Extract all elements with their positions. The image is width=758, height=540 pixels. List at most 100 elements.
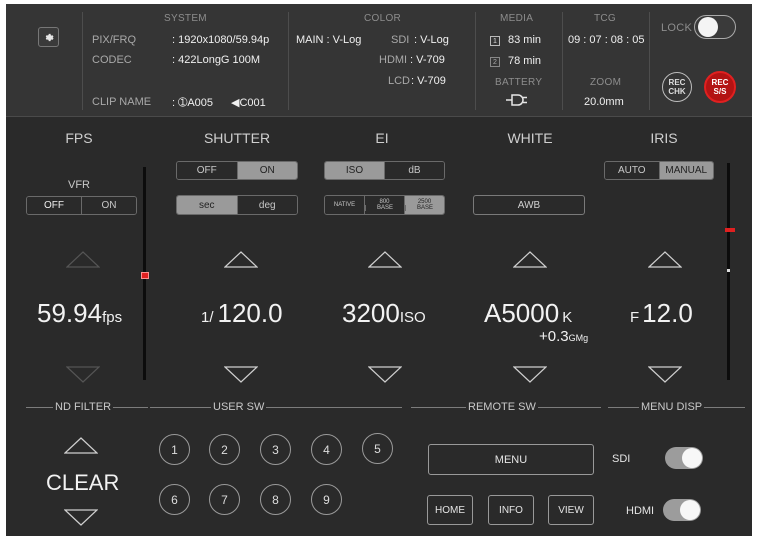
shutter-number: 120.0 — [217, 298, 283, 328]
vfr-selector[interactable]: OFF ON — [26, 196, 137, 215]
ei-header: EI — [375, 130, 389, 146]
status-bar: SYSTEM PIX/FRQ : 1920x1080/59.94p CODEC … — [6, 4, 752, 117]
shutter-value: 1/120.0 — [201, 298, 283, 329]
hdmi-value: : V-709 — [410, 54, 445, 66]
iris-manual-option[interactable]: MANUAL — [658, 162, 713, 179]
toggle-knob — [682, 448, 702, 468]
iris-auto-option[interactable]: AUTO — [605, 162, 659, 179]
white-down-icon[interactable] — [513, 366, 547, 384]
gmg-number: +0.3 — [539, 328, 569, 345]
rec-start-stop-button[interactable]: REC S/S — [704, 71, 736, 103]
ei-unit-selector[interactable]: ISO dB — [324, 161, 445, 180]
shutter-on-off-selector[interactable]: OFF ON — [176, 161, 298, 180]
clip-a-value: : ➀A005 — [172, 97, 214, 109]
zoom-value: 20.0mm — [584, 96, 624, 108]
fps-up-icon[interactable] — [66, 250, 100, 268]
tcg-value: 09 : 07 : 08 : 05 — [568, 34, 645, 46]
hdmi-display-label: HDMI — [626, 505, 655, 517]
user-sw-6[interactable]: 6 — [159, 484, 190, 515]
nd-up-icon[interactable] — [64, 436, 98, 454]
divider — [288, 12, 289, 110]
user-sw-1[interactable]: 1 — [159, 434, 190, 465]
shutter-sec-option[interactable]: sec — [177, 196, 237, 214]
nd-filter-title: ND FILTER — [53, 401, 114, 413]
white-number: A5000 — [484, 298, 560, 328]
ei-base-selector[interactable]: NATIVE 800 BASE 2500 BASE — [324, 195, 445, 215]
media-header: MEDIA — [500, 13, 534, 24]
user-sw-7[interactable]: 7 — [209, 484, 240, 515]
shutter-mode-selector[interactable]: sec deg — [176, 195, 298, 215]
fps-number: 59.94 — [37, 298, 103, 328]
slot2-badge: 2 — [490, 57, 500, 67]
fps-slider-thumb[interactable] — [141, 272, 149, 279]
user-sw-9[interactable]: 9 — [311, 484, 342, 515]
iris-down-icon[interactable] — [648, 366, 682, 384]
pixfrq-value: : 1920x1080/59.94p — [172, 34, 270, 46]
ei-native-option[interactable]: NATIVE — [325, 196, 364, 214]
vfr-off-option[interactable]: OFF — [27, 197, 81, 214]
user-sw-3[interactable]: 3 — [260, 434, 291, 465]
fps-value: 59.94fps — [37, 298, 122, 329]
shutter-on-option[interactable]: ON — [236, 162, 297, 179]
color-main-value: MAIN : V-Log — [296, 34, 362, 46]
ei-down-icon[interactable] — [368, 366, 402, 384]
awb-button[interactable]: AWB — [473, 195, 585, 215]
shutter-up-icon[interactable] — [224, 250, 258, 268]
ei-up-icon[interactable] — [368, 250, 402, 268]
info-button[interactable]: INFO — [488, 495, 534, 525]
shutter-down-icon[interactable] — [224, 366, 258, 384]
iris-prefix: F — [630, 309, 640, 326]
rec-check-button[interactable]: REC CHK — [662, 72, 692, 102]
ei-base2500-option[interactable]: 2500 BASE — [404, 196, 444, 214]
sdi-value: : V-Log — [414, 34, 449, 46]
color-header: COLOR — [364, 13, 402, 24]
fps-down-icon[interactable] — [66, 366, 100, 384]
codec-label: CODEC — [92, 54, 132, 66]
white-unit: K — [562, 309, 573, 326]
vfr-on-option[interactable]: ON — [81, 197, 136, 214]
ei-unit: ISO — [399, 309, 426, 326]
user-sw-2[interactable]: 2 — [209, 434, 240, 465]
base800-bottom: BASE — [365, 205, 404, 211]
white-up-icon[interactable] — [513, 250, 547, 268]
iris-slider-marker — [727, 269, 730, 272]
toggle-knob — [680, 500, 700, 520]
rec-check-line1: REC — [668, 78, 686, 87]
remote-sw-title: REMOTE SW — [466, 401, 538, 413]
pixfrq-label: PIX/FRQ — [92, 34, 137, 46]
nd-down-icon[interactable] — [64, 509, 98, 527]
rec-check-line2: CHK — [668, 87, 686, 96]
shutter-deg-option[interactable]: deg — [236, 196, 297, 214]
iris-up-icon[interactable] — [648, 250, 682, 268]
lcd-label: LCD — [388, 75, 411, 87]
slot2-remaining: 78 min — [508, 55, 542, 67]
slot1-remaining: 83 min — [508, 34, 542, 46]
white-value: A5000 K — [484, 298, 572, 329]
gmg-value: +0.3GMg — [539, 328, 588, 345]
user-sw-title: USER SW — [211, 401, 267, 413]
view-button[interactable]: VIEW — [548, 495, 594, 525]
rec-ss-line1: REC — [711, 78, 729, 87]
ei-db-option[interactable]: dB — [384, 162, 444, 179]
rec-ss-line2: S/S — [713, 87, 727, 96]
fps-header: FPS — [65, 130, 93, 146]
iris-slider-thumb[interactable] — [725, 228, 735, 232]
sdi-display-toggle[interactable] — [665, 447, 703, 469]
iris-mode-selector[interactable]: AUTO MANUAL — [604, 161, 714, 180]
clip-name-label: CLIP NAME — [92, 96, 152, 108]
fps-unit: fps — [102, 309, 123, 326]
divider — [82, 12, 83, 110]
home-button[interactable]: HOME — [427, 495, 473, 525]
user-sw-8[interactable]: 8 — [260, 484, 291, 515]
divider — [562, 12, 563, 110]
shutter-off-option[interactable]: OFF — [177, 162, 237, 179]
menu-button[interactable]: MENU — [428, 444, 594, 475]
user-sw-5[interactable]: 5 — [362, 433, 393, 464]
ei-number: 3200 — [342, 298, 400, 328]
settings-button[interactable] — [38, 27, 59, 47]
user-sw-4[interactable]: 4 — [311, 434, 342, 465]
hdmi-display-toggle[interactable] — [663, 499, 701, 521]
ei-iso-option[interactable]: ISO — [325, 162, 384, 179]
shutter-prefix: 1/ — [201, 309, 214, 326]
ei-base800-option[interactable]: 800 BASE — [364, 196, 404, 214]
